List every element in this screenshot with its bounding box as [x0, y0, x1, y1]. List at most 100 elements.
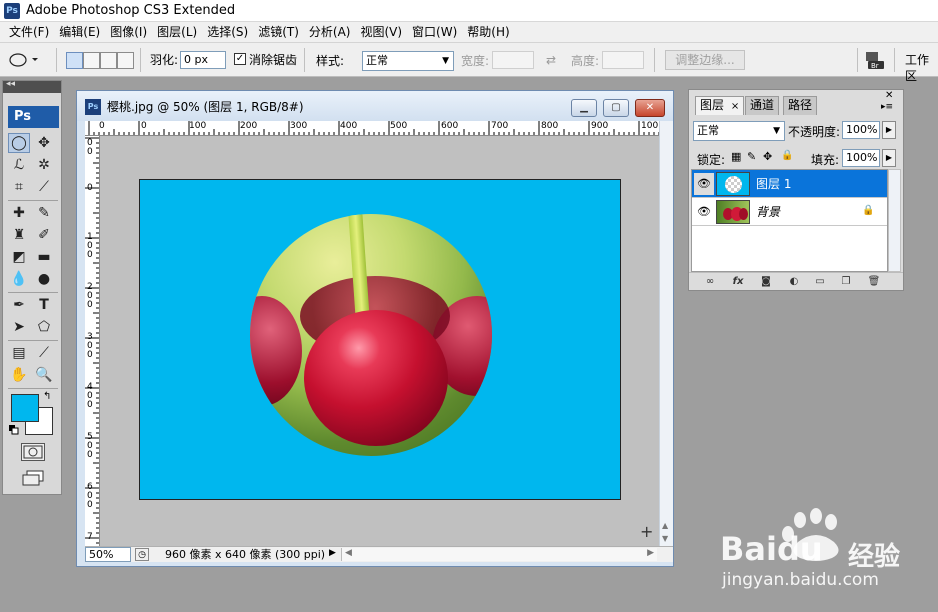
antialias-checkbox[interactable]: ✓	[234, 53, 246, 65]
subtract-from-selection-button[interactable]	[100, 52, 117, 69]
menu-help[interactable]: 帮助(H)	[462, 23, 514, 41]
panel-close-icon[interactable]: ✕	[885, 90, 893, 101]
intersect-selection-button[interactable]	[117, 52, 134, 69]
lock-all-icon[interactable]: 🔒	[781, 150, 793, 161]
horizontal-scrollbar[interactable]: ◀ ▶	[341, 548, 657, 561]
eraser-tool[interactable]: ◩	[8, 247, 30, 267]
eye-icon[interactable]: 👁	[694, 201, 714, 223]
divider	[654, 48, 655, 72]
blend-mode-select[interactable]: 正常 ▼	[693, 121, 785, 141]
zoom-level-field[interactable]: 50%	[85, 547, 131, 562]
gradient-tool[interactable]: ▬	[33, 247, 55, 267]
image-canvas[interactable]	[139, 179, 621, 500]
blur-tool[interactable]: 💧	[8, 269, 30, 289]
swap-colors-icon[interactable]: ↰	[43, 391, 51, 402]
screen-mode-button[interactable]	[21, 469, 47, 487]
menu-analysis[interactable]: 分析(A)	[304, 23, 356, 41]
hand-tool[interactable]: ✋	[8, 365, 30, 385]
document-title-bar[interactable]: Ps 樱桃.jpg @ 50% (图层 1, RGB/8#) ▁ ▢ ✕	[77, 91, 673, 121]
crop-tool[interactable]: ⌗	[8, 177, 30, 197]
add-to-selection-button[interactable]	[83, 52, 100, 69]
add-mask-icon[interactable]: ◙	[757, 275, 775, 289]
delete-layer-icon[interactable]: 🗑	[865, 275, 883, 289]
tab-layers[interactable]: 图层 ×	[695, 96, 745, 115]
pen-tool[interactable]: ✒	[8, 295, 30, 315]
minimize-button[interactable]: ▁	[571, 99, 597, 117]
lasso-tool[interactable]: ℒ	[8, 155, 30, 175]
new-layer-icon[interactable]: ❐	[837, 275, 855, 289]
adjustment-layer-icon[interactable]: ◐	[785, 275, 803, 289]
vertical-scrollbar[interactable]: ▲ ▼	[659, 121, 673, 546]
scroll-down-icon[interactable]: ▼	[662, 534, 668, 543]
ruler-label: 6 0 0	[87, 482, 93, 510]
clone-stamp-tool[interactable]: ♜	[8, 225, 30, 245]
divider	[304, 48, 305, 72]
vertical-ruler: 0 0 0 1 0 0 2 0 0 3 0 0 4 0 0 5 0 0 6 0 …	[85, 136, 100, 546]
canvas-area[interactable]: +	[100, 136, 659, 546]
tool-preset-picker[interactable]	[8, 52, 38, 68]
status-menu-arrow-icon[interactable]: ▶	[329, 548, 336, 558]
magic-wand-tool[interactable]: ✲	[33, 155, 55, 175]
menu-image[interactable]: 图像(I)	[105, 23, 152, 41]
move-tool[interactable]: ✥	[33, 133, 55, 153]
layer-name: 图层 1	[756, 177, 792, 191]
bridge-icon[interactable]: Br	[864, 49, 888, 71]
scroll-left-icon[interactable]: ◀	[345, 548, 352, 558]
document-icon: Ps	[85, 99, 101, 115]
lock-transparent-icon[interactable]: ▦	[731, 150, 741, 163]
refine-edge-button[interactable]: 调整边缘...	[665, 50, 745, 70]
eye-icon[interactable]: 👁	[694, 173, 714, 195]
menu-window[interactable]: 窗口(W)	[407, 23, 462, 41]
close-button[interactable]: ✕	[635, 99, 665, 117]
layer-style-icon[interactable]: fx	[729, 275, 747, 289]
lock-pixels-icon[interactable]: ✎	[747, 150, 756, 163]
style-select[interactable]: 正常 ▼	[362, 51, 454, 71]
link-layers-icon[interactable]: ∞	[701, 275, 719, 289]
fill-slider-arrow[interactable]: ▶	[882, 149, 896, 167]
fill-input[interactable]: 100%	[842, 149, 880, 167]
new-group-icon[interactable]: ▭	[811, 275, 829, 289]
menu-file[interactable]: 文件(F)	[4, 23, 54, 41]
feather-input[interactable]: 0 px	[180, 51, 226, 69]
menu-layer[interactable]: 图层(L)	[152, 23, 202, 41]
eyedropper-tool[interactable]: ⟋	[33, 343, 55, 363]
shape-tool[interactable]: ⬠	[33, 317, 55, 337]
ruler-label: 7	[87, 532, 93, 542]
maximize-button[interactable]: ▢	[603, 99, 629, 117]
type-tool[interactable]: T	[33, 295, 55, 315]
opacity-slider-arrow[interactable]: ▶	[882, 121, 896, 139]
new-selection-button[interactable]	[66, 52, 83, 69]
slice-tool[interactable]: ⟋	[33, 177, 55, 197]
brush-tool[interactable]: ✎	[33, 203, 55, 223]
panel-menu-icon[interactable]: ▸≡	[881, 102, 893, 112]
healing-brush-tool[interactable]: ✚	[8, 203, 30, 223]
notes-tool[interactable]: ▤	[8, 343, 30, 363]
workspace-button[interactable]: 工作区	[905, 52, 938, 84]
layer-row-layer1[interactable]: 👁 图层 1	[692, 170, 887, 198]
menu-select[interactable]: 选择(S)	[202, 23, 253, 41]
scroll-right-icon[interactable]: ▶	[647, 548, 654, 558]
tab-paths[interactable]: 路径	[783, 96, 818, 115]
history-brush-tool[interactable]: ✐	[33, 225, 55, 245]
scroll-up-icon[interactable]: ▲	[662, 521, 668, 530]
foreground-color-swatch[interactable]	[11, 394, 39, 422]
quick-mask-button[interactable]	[21, 443, 45, 461]
lock-position-icon[interactable]: ✥	[763, 150, 772, 163]
default-colors-icon[interactable]	[9, 424, 19, 435]
height-input[interactable]	[602, 51, 644, 69]
dodge-tool[interactable]: ●	[33, 269, 55, 289]
toolbox-header[interactable]: ◂◂	[3, 79, 61, 93]
close-tab-icon[interactable]: ×	[731, 101, 739, 112]
opacity-input[interactable]: 100%	[842, 121, 880, 139]
layer-list-scrollbar[interactable]	[888, 169, 901, 272]
menu-edit[interactable]: 编辑(E)	[54, 23, 105, 41]
path-selection-tool[interactable]: ➤	[8, 317, 30, 337]
marquee-tool[interactable]: ◯	[8, 133, 30, 153]
layer-row-background[interactable]: 👁 背景 🔒	[692, 198, 887, 226]
status-options-icon[interactable]: ◷	[135, 548, 149, 561]
width-input[interactable]	[492, 51, 534, 69]
zoom-tool[interactable]: 🔍	[33, 365, 55, 385]
menu-filter[interactable]: 滤镜(T)	[253, 23, 304, 41]
tab-channels[interactable]: 通道	[745, 96, 780, 115]
menu-view[interactable]: 视图(V)	[355, 23, 407, 41]
